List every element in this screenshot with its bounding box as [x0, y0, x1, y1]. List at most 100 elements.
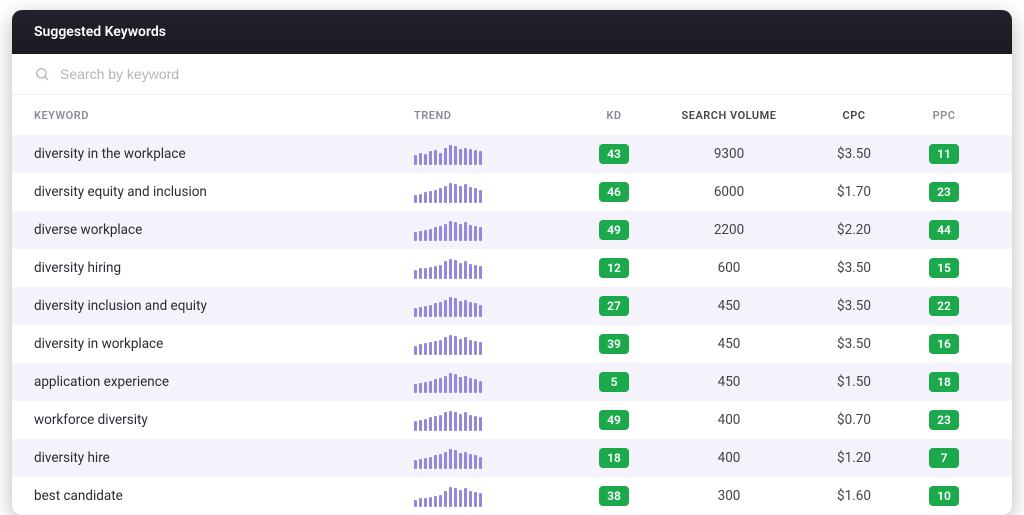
- cell-ppc: 7: [904, 448, 984, 468]
- ppc-badge: 18: [929, 372, 959, 392]
- cell-kd: 5: [574, 372, 654, 392]
- cell-keyword: diverse workplace: [34, 222, 414, 238]
- sparkline-icon: [414, 295, 574, 317]
- cell-kd: 18: [574, 448, 654, 468]
- kd-badge: 46: [599, 182, 629, 202]
- cell-trend: [414, 295, 574, 317]
- cell-trend: [414, 219, 574, 241]
- cell-cpc: $0.70: [804, 412, 904, 428]
- cell-ppc: 18: [904, 372, 984, 392]
- col-volume[interactable]: SEARCH VOLUME: [654, 109, 804, 122]
- cell-keyword: best candidate: [34, 488, 414, 504]
- table-row[interactable]: diversity in the workplace439300$3.5011: [12, 135, 1012, 173]
- sparkline-icon: [414, 181, 574, 203]
- cell-cpc: $3.50: [804, 146, 904, 162]
- search-icon: [34, 66, 50, 82]
- table-row[interactable]: diversity hiring 12 600$3.50 15: [12, 249, 1012, 287]
- cell-trend: [414, 371, 574, 393]
- cell-cpc: $3.50: [804, 298, 904, 314]
- kd-badge: 49: [599, 410, 629, 430]
- cell-ppc: 10: [904, 486, 984, 506]
- cell-trend: [414, 181, 574, 203]
- cell-cpc: $3.50: [804, 260, 904, 276]
- cell-volume: 400: [654, 412, 804, 428]
- sparkline-icon: [414, 143, 574, 165]
- kd-badge: 27: [599, 296, 629, 316]
- cell-ppc: 11: [904, 144, 984, 164]
- cell-cpc: $1.60: [804, 488, 904, 504]
- table-row[interactable]: diversity inclusion and equity 27 450$3.50…: [12, 287, 1012, 325]
- cell-keyword: diversity hiring: [34, 260, 414, 276]
- sparkline-icon: [414, 333, 574, 355]
- cell-keyword: diversity in workplace: [34, 336, 414, 352]
- cell-volume: 400: [654, 450, 804, 466]
- cell-ppc: 23: [904, 410, 984, 430]
- cell-cpc: $1.20: [804, 450, 904, 466]
- cell-keyword: diversity hire: [34, 450, 414, 466]
- kd-badge: 18: [599, 448, 629, 468]
- table-row[interactable]: diversity in workplace 39 450$3.50 16: [12, 325, 1012, 363]
- cell-volume: 300: [654, 488, 804, 504]
- cell-kd: 27: [574, 296, 654, 316]
- cell-cpc: $1.70: [804, 184, 904, 200]
- cell-ppc: 22: [904, 296, 984, 316]
- search-row: [12, 54, 1012, 95]
- cell-volume: 600: [654, 260, 804, 276]
- cell-volume: 9300: [654, 146, 804, 162]
- cell-cpc: $1.50: [804, 374, 904, 390]
- cell-kd: 12: [574, 258, 654, 278]
- cell-ppc: 15: [904, 258, 984, 278]
- search-input[interactable]: [60, 66, 990, 82]
- ppc-badge: 11: [929, 144, 959, 164]
- kd-badge: 12: [599, 258, 629, 278]
- ppc-badge: 7: [929, 448, 959, 468]
- table-row[interactable]: best candidate 38 300$1.60 10: [12, 477, 1012, 515]
- ppc-badge: 23: [929, 182, 959, 202]
- kd-badge: 38: [599, 486, 629, 506]
- cell-kd: 46: [574, 182, 654, 202]
- cell-volume: 450: [654, 336, 804, 352]
- cell-kd: 39: [574, 334, 654, 354]
- col-kd[interactable]: KD: [574, 109, 654, 122]
- ppc-badge: 15: [929, 258, 959, 278]
- table-row[interactable]: diversity equity and inclusion466000$1.7…: [12, 173, 1012, 211]
- cell-trend: [414, 333, 574, 355]
- cell-trend: [414, 143, 574, 165]
- cell-ppc: 16: [904, 334, 984, 354]
- col-cpc[interactable]: CPC: [804, 109, 904, 122]
- cell-cpc: $3.50: [804, 336, 904, 352]
- table-row[interactable]: diverse workplace 492200$2.2044: [12, 211, 1012, 249]
- cell-keyword: application experience: [34, 374, 414, 390]
- col-keyword[interactable]: KEYWORD: [34, 109, 414, 122]
- cell-volume: 2200: [654, 222, 804, 238]
- col-trend[interactable]: TREND: [414, 109, 574, 122]
- cell-keyword: diversity inclusion and equity: [34, 298, 414, 314]
- ppc-badge: 22: [929, 296, 959, 316]
- cell-kd: 43: [574, 144, 654, 164]
- col-ppc[interactable]: PPC: [904, 109, 984, 122]
- panel-title: Suggested Keywords: [12, 10, 1012, 54]
- sparkline-icon: [414, 447, 574, 469]
- ppc-badge: 16: [929, 334, 959, 354]
- kd-badge: 43: [599, 144, 629, 164]
- sparkline-icon: [414, 485, 574, 507]
- cell-cpc: $2.20: [804, 222, 904, 238]
- table-row[interactable]: workforce diversity49400$0.7023: [12, 401, 1012, 439]
- sparkline-icon: [414, 371, 574, 393]
- cell-ppc: 23: [904, 182, 984, 202]
- table-row[interactable]: application experience 5450$1.50 18: [12, 363, 1012, 401]
- cell-kd: 49: [574, 220, 654, 240]
- table-row[interactable]: diversity hire 18 400$1.20 7: [12, 439, 1012, 477]
- cell-keyword: diversity equity and inclusion: [34, 184, 414, 200]
- cell-ppc: 44: [904, 220, 984, 240]
- cell-volume: 450: [654, 298, 804, 314]
- cell-volume: 450: [654, 374, 804, 390]
- cell-trend: [414, 447, 574, 469]
- sparkline-icon: [414, 219, 574, 241]
- cell-trend: [414, 409, 574, 431]
- ppc-badge: 10: [929, 486, 959, 506]
- cell-kd: 38: [574, 486, 654, 506]
- table-body: diversity in the workplace439300$3.5011d…: [12, 135, 1012, 515]
- kd-badge: 39: [599, 334, 629, 354]
- table-header: KEYWORD TREND KD SEARCH VOLUME CPC PPC: [12, 95, 1012, 135]
